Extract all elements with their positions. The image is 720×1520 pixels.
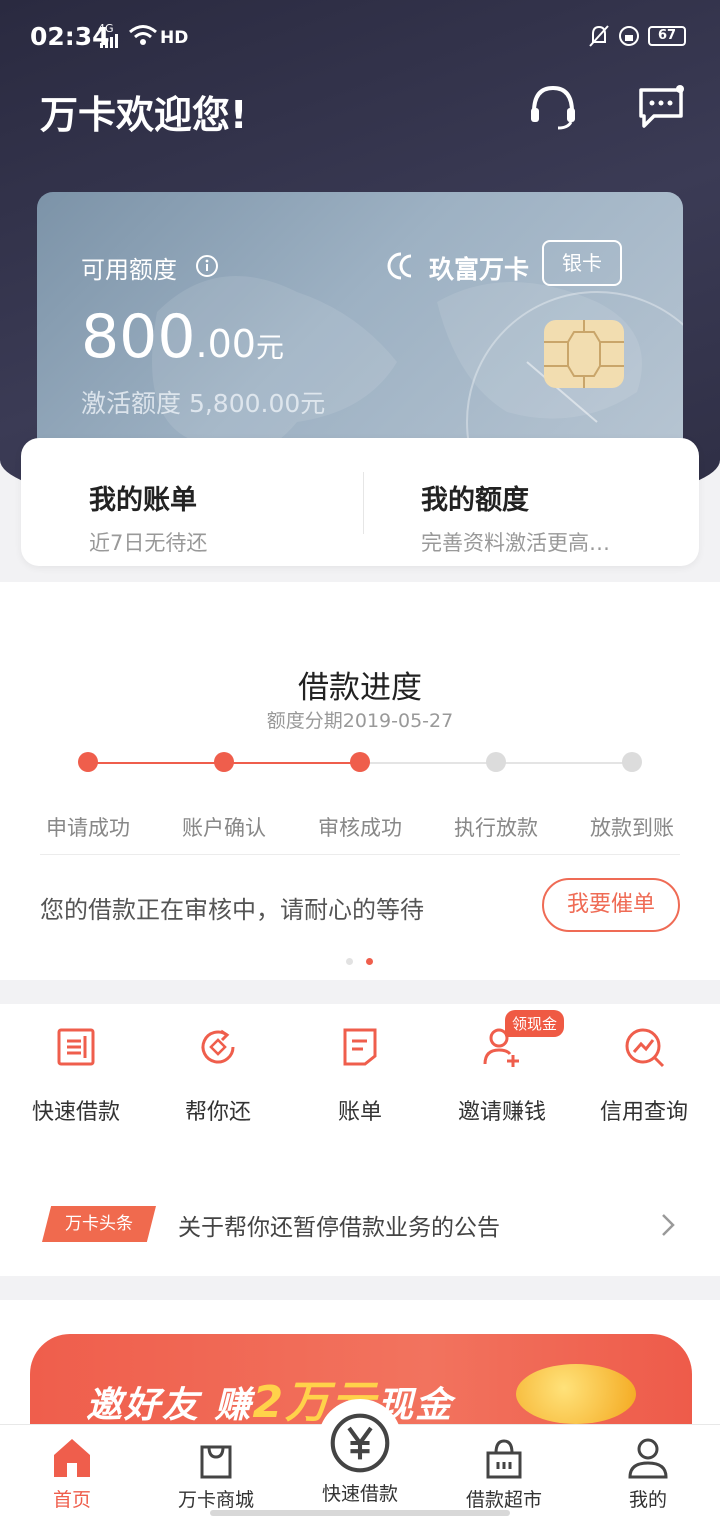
nav-item[interactable]: 首页 xyxy=(0,1435,144,1512)
amount-integer: 800 xyxy=(81,302,196,372)
nav-item[interactable]: 快速借款 xyxy=(288,1413,432,1506)
nav-label: 我的 xyxy=(628,1489,667,1511)
card-tier-badge: 银卡 xyxy=(542,240,622,286)
chip-icon xyxy=(544,320,624,388)
pager-dot xyxy=(366,958,373,965)
progress-step-dot xyxy=(350,752,370,772)
quick-menu-label: 快速借款 xyxy=(31,1100,120,1125)
progress-step-dot xyxy=(486,752,506,772)
quick-menu-label: 邀请赚钱 xyxy=(457,1100,546,1125)
user-icon xyxy=(628,1438,668,1479)
banner-text-a: 邀好友 赚 xyxy=(86,1385,253,1426)
progress-step-dot xyxy=(78,752,98,772)
progress-divider xyxy=(40,854,680,855)
quick-menu-label: 帮你还 xyxy=(184,1100,251,1125)
progress-track-segment xyxy=(88,762,224,764)
loan-icon xyxy=(57,1028,95,1066)
pager-dot xyxy=(346,958,353,965)
progress-subtitle: 额度分期2019-05-27 xyxy=(266,710,454,732)
amount-decimal: .00 xyxy=(195,322,256,366)
nav-label: 万卡商城 xyxy=(177,1489,254,1511)
news-tag: 万卡头条 xyxy=(42,1206,156,1242)
progress-step-label: 账户确认 xyxy=(182,816,266,840)
shopping-bag-icon xyxy=(200,1445,232,1479)
quick-menu-item[interactable]: 邀请赚钱 xyxy=(430,1024,574,1126)
info-icon[interactable] xyxy=(195,254,219,278)
yuan-icon xyxy=(330,1413,390,1473)
message-icon[interactable] xyxy=(636,84,686,130)
card-brand-name: 玖富万卡 xyxy=(429,255,530,284)
nav-item[interactable]: 我的 xyxy=(576,1435,720,1512)
brand-logo-icon xyxy=(387,252,412,280)
progress-track-segment xyxy=(496,762,632,764)
available-amount: 800.00元 xyxy=(81,302,284,372)
nav-item[interactable]: 万卡商城 xyxy=(144,1435,288,1512)
my-bill-title: 我的账单 xyxy=(89,485,197,516)
urge-button[interactable]: 我要催单 xyxy=(542,878,680,932)
progress-track-segment xyxy=(360,762,496,764)
progress-step-label: 申请成功 xyxy=(46,816,130,840)
loan-progress-panel: 借款进度 额度分期2019-05-27 申请成功 账户确认 审核成功 执行放款 放款到账… xyxy=(0,582,720,980)
available-limit-label: 可用额度 xyxy=(81,256,177,284)
headset-icon[interactable] xyxy=(528,84,578,130)
mute-bell-icon xyxy=(589,25,609,47)
bottom-navigation: 首页 万卡商城 快速借款 借款超市 我的 xyxy=(0,1399,720,1520)
amount-unit: 元 xyxy=(255,331,284,364)
account-summary-panel: 我的账单 近7日无待还 我的额度 完善资料激活更高… xyxy=(21,438,699,566)
welcome-title: 万卡欢迎您! xyxy=(40,93,248,137)
nav-label: 首页 xyxy=(52,1489,91,1511)
my-bill-subtitle: 近7日无待还 xyxy=(89,531,208,555)
progress-track-segment xyxy=(224,762,360,764)
battery-indicator: 67 xyxy=(648,26,686,46)
quick-menu-item[interactable]: 信用查询 xyxy=(572,1024,716,1126)
home-icon xyxy=(54,1439,90,1477)
activation-limit: 激活额度 5,800.00元 xyxy=(81,389,326,418)
my-limit-entry[interactable]: 我的额度 完善资料激活更高… xyxy=(421,478,610,557)
quick-menu: 快速借款 帮你还 账单 邀请赚钱 信用查询 万卡头条 关于帮你还暂停借款业务的公告 xyxy=(0,1004,720,1276)
basket-icon xyxy=(486,1439,522,1479)
status-bar: 02:34 4G HD 67 xyxy=(0,0,720,72)
nav-label: 快速借款 xyxy=(321,1483,398,1505)
progress-title: 借款进度 xyxy=(298,670,422,706)
quick-menu-item[interactable]: 快速借款 xyxy=(4,1024,148,1126)
invite-badge: 领现金 xyxy=(505,1010,565,1037)
banner-headline: 邀好友 赚2万元现金 xyxy=(86,1366,453,1430)
progress-step-label: 放款到账 xyxy=(590,816,674,840)
repay-icon xyxy=(201,1029,235,1064)
quick-menu-item[interactable]: 账单 xyxy=(288,1024,432,1126)
quick-menu-label: 信用查询 xyxy=(599,1100,688,1125)
my-bill-entry[interactable]: 我的账单 近7日无待还 xyxy=(89,478,207,557)
quick-menu-item[interactable]: 帮你还 xyxy=(146,1024,290,1126)
nav-item[interactable]: 借款超市 xyxy=(432,1435,576,1512)
my-limit-subtitle: 完善资料激活更高… xyxy=(421,531,610,555)
quick-menu-label: 账单 xyxy=(337,1100,382,1125)
my-limit-title: 我的额度 xyxy=(421,485,529,516)
progress-step-dot xyxy=(214,752,234,772)
chevron-right-icon xyxy=(662,1214,675,1236)
news-text: 关于帮你还暂停借款业务的公告 xyxy=(178,1215,500,1241)
hd-indicator: HD xyxy=(160,28,189,48)
card-chip xyxy=(544,320,624,388)
signal-icon xyxy=(100,34,118,48)
coin-decoration xyxy=(516,1364,636,1424)
progress-step-label: 审核成功 xyxy=(318,816,402,840)
progress-message: 您的借款正在审核中，请耐心的等待 xyxy=(40,896,424,924)
wifi-icon xyxy=(129,25,157,45)
bill-icon xyxy=(343,1028,377,1066)
home-indicator xyxy=(210,1510,510,1516)
summary-divider xyxy=(363,472,364,534)
progress-step-label: 执行放款 xyxy=(454,816,538,840)
nav-label: 借款超市 xyxy=(465,1489,542,1511)
news-ticker[interactable]: 万卡头条 关于帮你还暂停借款业务的公告 xyxy=(0,1192,720,1252)
progress-step-dot xyxy=(622,752,642,772)
rotation-lock-icon xyxy=(619,26,639,46)
credit-icon xyxy=(625,1028,665,1068)
